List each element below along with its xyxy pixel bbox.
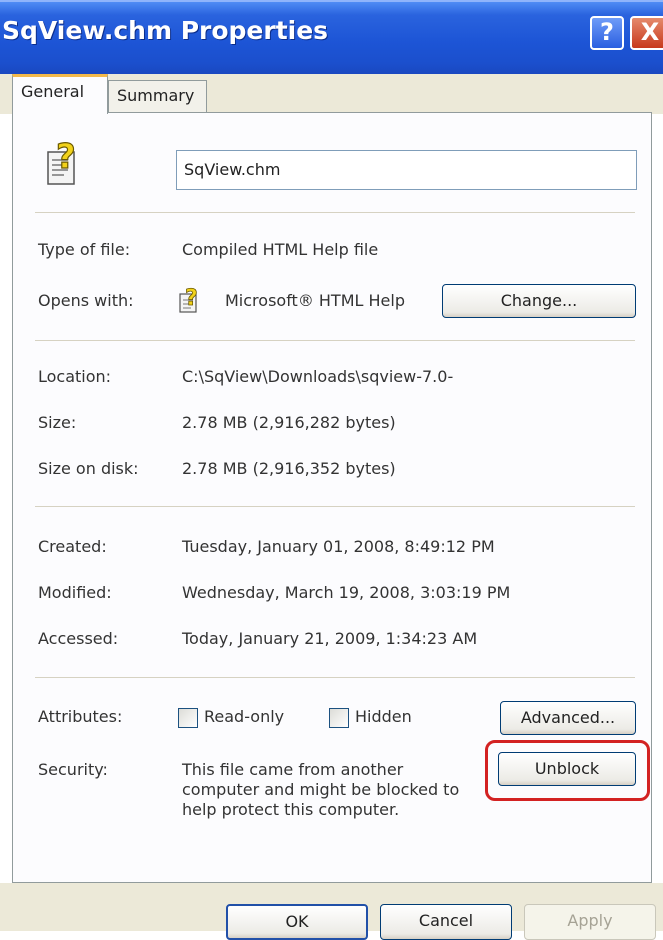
read-only-checkbox[interactable]: [178, 708, 198, 728]
cancel-button[interactable]: Cancel: [380, 904, 512, 940]
help-button[interactable]: ?: [590, 16, 624, 50]
window-title: SqView.chm Properties: [2, 16, 329, 45]
size-on-disk-value: 2.78 MB (2,916,352 bytes): [182, 459, 396, 478]
svg-text:?: ?: [185, 286, 198, 311]
hidden-label[interactable]: Hidden: [355, 707, 412, 726]
modified-label: Modified:: [38, 583, 112, 602]
type-of-file-value: Compiled HTML Help file: [182, 240, 379, 259]
attributes-label: Attributes:: [38, 707, 123, 726]
opens-with-label: Opens with:: [38, 291, 134, 310]
divider: [35, 212, 635, 213]
created-label: Created:: [38, 537, 107, 556]
size-label: Size:: [38, 413, 77, 432]
change-button[interactable]: Change...: [442, 284, 636, 318]
tab-summary[interactable]: Summary: [108, 80, 207, 112]
svg-text:?: ?: [56, 138, 76, 177]
chm-help-file-icon: ?: [47, 138, 76, 185]
security-text-line-3: help protect this computer.: [182, 800, 400, 819]
opens-with-value: Microsoft® HTML Help: [225, 291, 405, 310]
unblock-highlight-annotation: [485, 740, 650, 801]
location-value: C:\SqView\Downloads\sqview-7.0-: [182, 367, 454, 386]
html-help-icon: ?: [179, 286, 198, 313]
apply-button[interactable]: Apply: [524, 904, 656, 940]
tab-general[interactable]: General: [12, 74, 108, 114]
size-on-disk-label: Size on disk:: [38, 459, 139, 478]
accessed-label: Accessed:: [38, 629, 119, 648]
divider: [35, 506, 635, 507]
created-value: Tuesday, January 01, 2008, 8:49:12 PM: [182, 537, 495, 556]
location-label: Location:: [38, 367, 112, 386]
hidden-checkbox[interactable]: [329, 708, 349, 728]
file-name-field[interactable]: SqView.chm: [176, 150, 637, 190]
type-of-file-label: Type of file:: [38, 240, 131, 259]
divider: [35, 677, 635, 678]
size-value: 2.78 MB (2,916,282 bytes): [182, 413, 396, 432]
security-text-line-2: computer and might be blocked to: [182, 780, 460, 799]
accessed-value: Today, January 21, 2009, 1:34:23 AM: [182, 629, 478, 648]
advanced-button[interactable]: Advanced...: [500, 701, 636, 735]
title-bar[interactable]: SqView.chm Properties ? X: [0, 0, 663, 74]
ok-button[interactable]: OK: [226, 904, 368, 940]
security-text-line-1: This file came from another: [182, 760, 404, 779]
close-button[interactable]: X: [630, 16, 663, 50]
read-only-label[interactable]: Read-only: [204, 707, 284, 726]
modified-value: Wednesday, March 19, 2008, 3:03:19 PM: [182, 583, 511, 602]
divider: [35, 340, 635, 341]
security-label: Security:: [38, 760, 108, 779]
